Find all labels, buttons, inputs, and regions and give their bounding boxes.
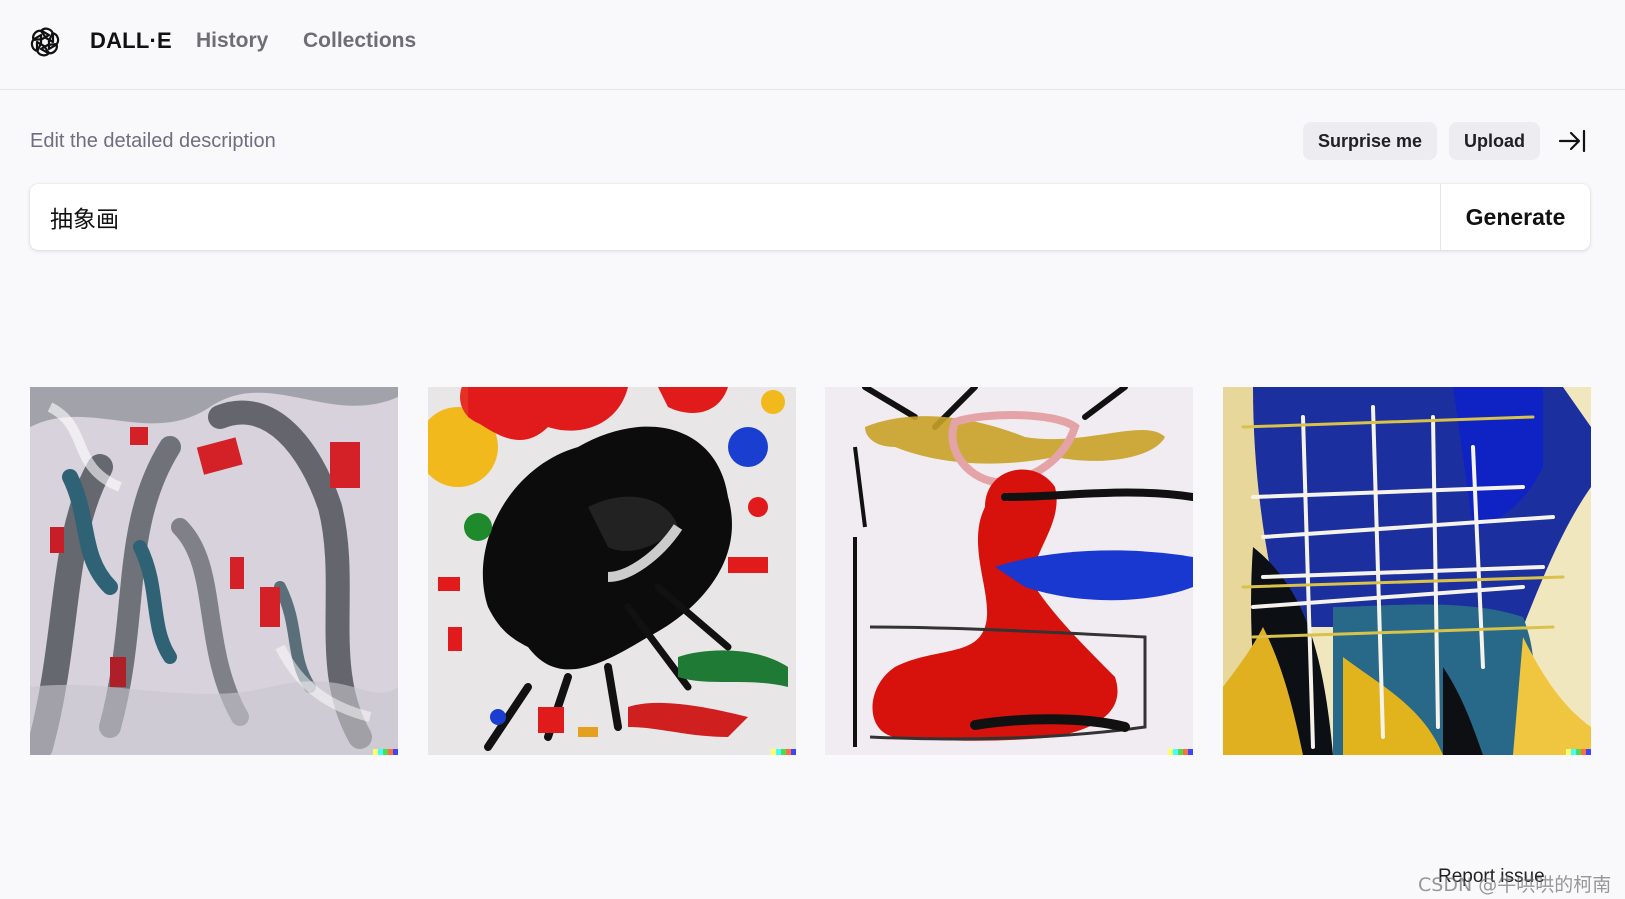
generate-button[interactable]: Generate — [1440, 184, 1590, 250]
nav-history-link[interactable]: History — [196, 29, 268, 53]
signature-swatch — [791, 749, 796, 755]
result-image-4[interactable] — [1223, 387, 1591, 755]
openai-logo-icon[interactable] — [28, 25, 62, 59]
signature-swatch — [393, 749, 398, 755]
result-image-2[interactable] — [428, 387, 796, 755]
dalle-signature — [1566, 749, 1591, 755]
upload-button[interactable]: Upload — [1449, 122, 1540, 160]
result-image-1[interactable] — [30, 387, 398, 755]
dalle-signature — [1168, 749, 1193, 755]
surprise-me-button[interactable]: Surprise me — [1303, 122, 1438, 160]
abstract-painting-gray-image — [30, 387, 398, 755]
prompt-bar: Generate — [30, 184, 1590, 250]
signature-swatch — [1586, 749, 1591, 755]
result-image-3[interactable] — [825, 387, 1193, 755]
top-nav-bar: DALL·E History Collections — [0, 0, 1625, 90]
dalle-signature — [771, 749, 796, 755]
arrow-right-to-bar-icon[interactable] — [1558, 128, 1586, 154]
dalle-signature — [373, 749, 398, 755]
abstract-painting-splash-image — [428, 387, 796, 755]
nav-collections-link[interactable]: Collections — [303, 29, 416, 53]
abstract-painting-red-figure-image — [825, 387, 1193, 755]
abstract-painting-blue-yellow-image — [1223, 387, 1591, 755]
signature-swatch — [1188, 749, 1193, 755]
watermark-text: CSDN @牛哄哄的柯南 — [1418, 874, 1612, 896]
brand-title[interactable]: DALL·E — [90, 28, 172, 54]
prompt-label: Edit the detailed description — [30, 130, 276, 152]
prompt-input[interactable] — [30, 184, 1440, 250]
